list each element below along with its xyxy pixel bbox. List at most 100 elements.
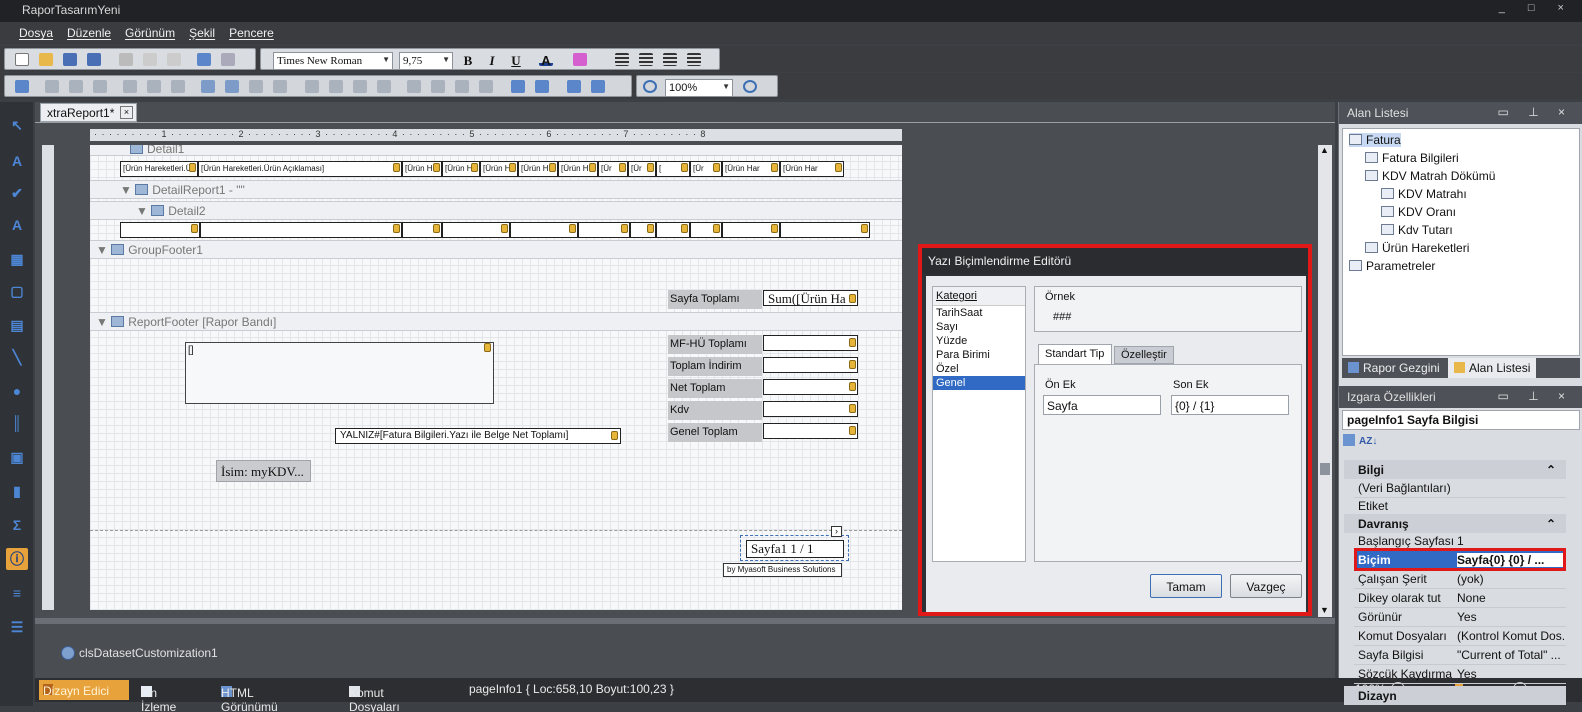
pagebreak-icon[interactable]: ≡ (6, 582, 28, 604)
category-item[interactable]: Yüzde (933, 334, 1025, 348)
property-row[interactable]: Dikey olarak tut None (1354, 589, 1566, 608)
property-row[interactable]: Komut Dosyaları (Kontrol Komut Dos... (1354, 627, 1566, 646)
collapse-icon[interactable]: ⌃ (1546, 463, 1556, 477)
chart-icon[interactable]: ▮ (6, 480, 28, 502)
property-value[interactable]: Yes (1457, 667, 1565, 681)
tree-item[interactable]: Fatura Bilgileri (1365, 151, 1459, 165)
collapse-icon[interactable]: ▼ (96, 243, 111, 257)
property-row[interactable]: Sözcük Kaydırma Yes (1354, 665, 1566, 684)
property-row[interactable]: Çalışan Şerit (yok) (1354, 570, 1566, 589)
property-row[interactable]: (Veri Bağlantıları) (1354, 479, 1566, 498)
smart-tag-icon[interactable] (611, 431, 618, 440)
categorized-icon[interactable] (1343, 434, 1355, 446)
smart-tag-icon[interactable] (681, 224, 688, 233)
line-icon[interactable]: ╲ (6, 346, 28, 368)
menu-duzenle[interactable]: Düzenle (67, 26, 111, 40)
smart-tag-icon[interactable] (433, 224, 440, 233)
smart-tag-icon[interactable] (569, 224, 576, 233)
smart-tag-icon[interactable] (189, 163, 196, 172)
vspacing-icon[interactable] (407, 80, 421, 93)
scroll-thumb[interactable] (1320, 463, 1330, 475)
isim-field[interactable]: İsim: myKDV... (216, 460, 311, 482)
tab-field-list[interactable]: Alan Listesi (1448, 358, 1537, 378)
sayfa-toplami-label[interactable]: Sayfa Toplamı (668, 290, 762, 309)
smart-tag-icon[interactable] (619, 163, 626, 172)
menu-pencere[interactable]: Pencere (229, 26, 274, 40)
cut-icon[interactable] (119, 53, 133, 66)
table-icon[interactable]: ▤ (6, 314, 28, 336)
prefix-input[interactable]: Sayfa (1043, 395, 1161, 415)
window-controls[interactable]: _ □ × (1499, 2, 1574, 14)
tab-report-explorer[interactable]: Rapor Gezgini (1348, 361, 1440, 375)
copy-icon[interactable] (143, 53, 157, 66)
zoom-combo[interactable]: 100% ▼ (665, 79, 733, 97)
smart-tag-icon[interactable] (849, 294, 856, 303)
smart-tag-icon[interactable] (393, 163, 400, 172)
save-icon[interactable] (63, 53, 77, 66)
align-center-icon[interactable] (639, 53, 653, 66)
barcode-icon[interactable]: ║ (6, 412, 28, 434)
table-cell[interactable] (442, 222, 510, 238)
send-to-back-icon[interactable] (591, 80, 605, 93)
close-icon[interactable]: × (120, 106, 133, 119)
category-item[interactable]: TarihSaat (933, 306, 1025, 320)
paste-icon[interactable] (167, 53, 181, 66)
save-all-icon[interactable] (87, 53, 101, 66)
smart-tag-icon[interactable] (484, 343, 491, 352)
category-item[interactable]: Özel (933, 362, 1025, 376)
smart-tag-icon[interactable] (713, 224, 720, 233)
menu-gorunum[interactable]: Görünüm (125, 26, 175, 40)
smart-tag-icon[interactable] (509, 163, 516, 172)
footer-label[interactable]: Toplam İndirim (668, 357, 762, 376)
vertical-scrollbar[interactable]: ▲ ▼ (1318, 145, 1332, 617)
property-row[interactable]: Sayfa Bilgisi "Current of Total" ... (1354, 646, 1566, 665)
italic-icon[interactable]: I (485, 53, 499, 68)
align-tops-icon[interactable] (123, 80, 137, 93)
pageinfo-icon[interactable]: ⓘ (6, 548, 28, 570)
smart-tag-icon[interactable] (849, 426, 856, 435)
tree-item[interactable]: KDV Matrah Dökümü (1365, 169, 1495, 183)
ok-button[interactable]: Tamam (1150, 574, 1222, 598)
report-canvas[interactable]: Detail1 ▼ DetailReport1 - "" ▼ Detail2 ▼… (90, 145, 902, 610)
tree-item[interactable]: Ürün Hareketleri (1365, 241, 1469, 255)
underline-icon[interactable]: U (509, 53, 523, 68)
band-report-footer[interactable]: ▼ ReportFooter [Rapor Bandı] (90, 312, 902, 331)
properties-sort-buttons[interactable]: AZ↓ (1343, 434, 1383, 456)
table-cell[interactable] (200, 222, 402, 238)
panel-controls[interactable]: ▭ ⊥ × (1498, 389, 1573, 403)
center-vertically-icon[interactable] (535, 80, 549, 93)
band-detail2[interactable]: ▼ Detail2 (90, 201, 902, 220)
table-cell[interactable] (510, 222, 578, 238)
open-icon[interactable] (39, 53, 53, 66)
align-centers-icon[interactable] (69, 80, 83, 93)
zipcode-icon[interactable]: ▣ (6, 446, 28, 468)
tree-item[interactable]: KDV Matrahı (1381, 187, 1467, 201)
sum-icon[interactable]: Σ (6, 514, 28, 536)
table-cell[interactable]: [Ürün Hareketleri.Ü (120, 161, 198, 177)
center-horizontally-icon[interactable] (511, 80, 525, 93)
tree-item[interactable]: Parametreler (1349, 259, 1435, 273)
font-color-icon[interactable]: A (539, 53, 553, 68)
footer-label[interactable]: Net Toplam (668, 379, 762, 398)
tree-item[interactable]: KDV Oranı (1381, 205, 1456, 219)
align-rights-icon[interactable] (93, 80, 107, 93)
page-info-field[interactable]: Sayfa1 1 / 1 (746, 540, 844, 558)
menu-dosya[interactable]: Dosya (19, 26, 53, 40)
collapse-icon[interactable]: ▼ (136, 204, 151, 218)
tab-xtrareport1[interactable]: xtraReport1* × (40, 103, 137, 122)
footer-field[interactable] (763, 357, 858, 373)
category-item[interactable]: Para Birimi (933, 348, 1025, 362)
bring-to-front-icon[interactable] (567, 80, 581, 93)
smart-tag-icon[interactable] (589, 163, 596, 172)
smart-tag-icon[interactable] (471, 163, 478, 172)
footer-field[interactable] (763, 401, 858, 417)
tab-designer[interactable]: Dizayn Edici (39, 680, 129, 700)
smart-tag-icon[interactable] (849, 338, 856, 347)
collapse-icon[interactable]: ⌃ (1546, 517, 1556, 531)
suffix-input[interactable]: {0} / {1} (1171, 395, 1289, 415)
vspacing-dec-icon[interactable] (455, 80, 469, 93)
smart-tag-icon[interactable] (621, 224, 628, 233)
category-bilgi[interactable]: Bilgi ⌃ (1344, 460, 1566, 479)
property-value[interactable]: (Kontrol Komut Dos... (1457, 629, 1565, 643)
properties-object-combo[interactable]: pageInfo1 Sayfa Bilgisi (1342, 410, 1580, 430)
